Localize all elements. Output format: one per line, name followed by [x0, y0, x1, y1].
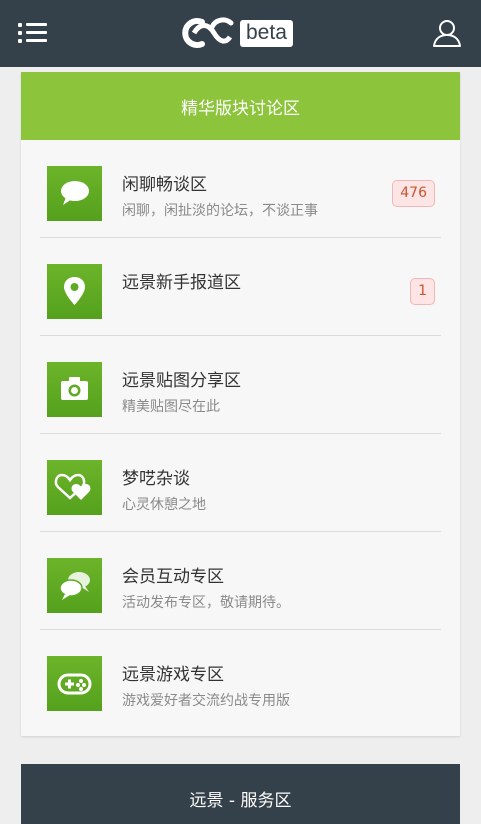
forum-description: 闲聊，闲扯淡的论坛，不谈正事 — [122, 203, 318, 219]
forum-title: 闲聊畅谈区 — [122, 175, 207, 195]
menu-icon[interactable] — [18, 22, 48, 44]
forum-title: 会员互动专区 — [122, 567, 224, 587]
forum-title: 远景新手报道区 — [122, 273, 241, 293]
user-icon[interactable] — [432, 18, 462, 48]
chat-bubble-icon — [47, 166, 102, 221]
forum-title: 远景游戏专区 — [122, 665, 224, 685]
new-posts-badge: 476 — [392, 180, 435, 207]
forum-description: 精美贴图尽在此 — [122, 399, 220, 415]
forum-item[interactable]: 会员互动专区 活动发布专区，敬请期待。 — [40, 532, 441, 630]
new-posts-badge: 1 — [410, 278, 435, 305]
forum-description: 活动发布专区，敬请期待。 — [122, 595, 290, 611]
chat-bubbles-icon — [47, 558, 102, 613]
map-pin-icon — [47, 264, 102, 319]
forum-item[interactable]: 远景贴图分享区 精美贴图尽在此 — [40, 336, 441, 434]
logo-mark-icon — [182, 17, 234, 48]
forum-title: 梦呓杂谈 — [122, 469, 190, 489]
top-bar: beta — [0, 0, 481, 67]
forum-list: 闲聊畅谈区 闲聊，闲扯淡的论坛，不谈正事 476 远景新手报道区 1 远景贴图分… — [21, 140, 460, 727]
forum-item[interactable]: 远景游戏专区 游戏爱好者交流约战专用版 — [40, 630, 441, 727]
forum-item[interactable]: 梦呓杂谈 心灵休憩之地 — [40, 434, 441, 532]
beta-badge: beta — [240, 19, 293, 47]
forum-description: 心灵休憩之地 — [122, 497, 206, 513]
forum-title: 远景贴图分享区 — [122, 371, 241, 391]
forum-item[interactable]: 闲聊畅谈区 闲聊，闲扯淡的论坛，不谈正事 476 — [40, 140, 441, 238]
forum-item[interactable]: 远景新手报道区 1 — [40, 238, 441, 336]
forum-description: 游戏爱好者交流约战专用版 — [122, 693, 290, 709]
section-title: 精华版块讨论区 — [21, 72, 460, 140]
hearts-icon — [47, 460, 102, 515]
gamepad-icon — [47, 656, 102, 711]
app-logo[interactable]: beta — [176, 15, 293, 51]
camera-icon — [47, 362, 102, 417]
services-section-header[interactable]: 远景 - 服务区 — [21, 764, 460, 824]
featured-forums-card: 精华版块讨论区 闲聊畅谈区 闲聊，闲扯淡的论坛，不谈正事 476 远景新手报道区 — [21, 72, 460, 736]
